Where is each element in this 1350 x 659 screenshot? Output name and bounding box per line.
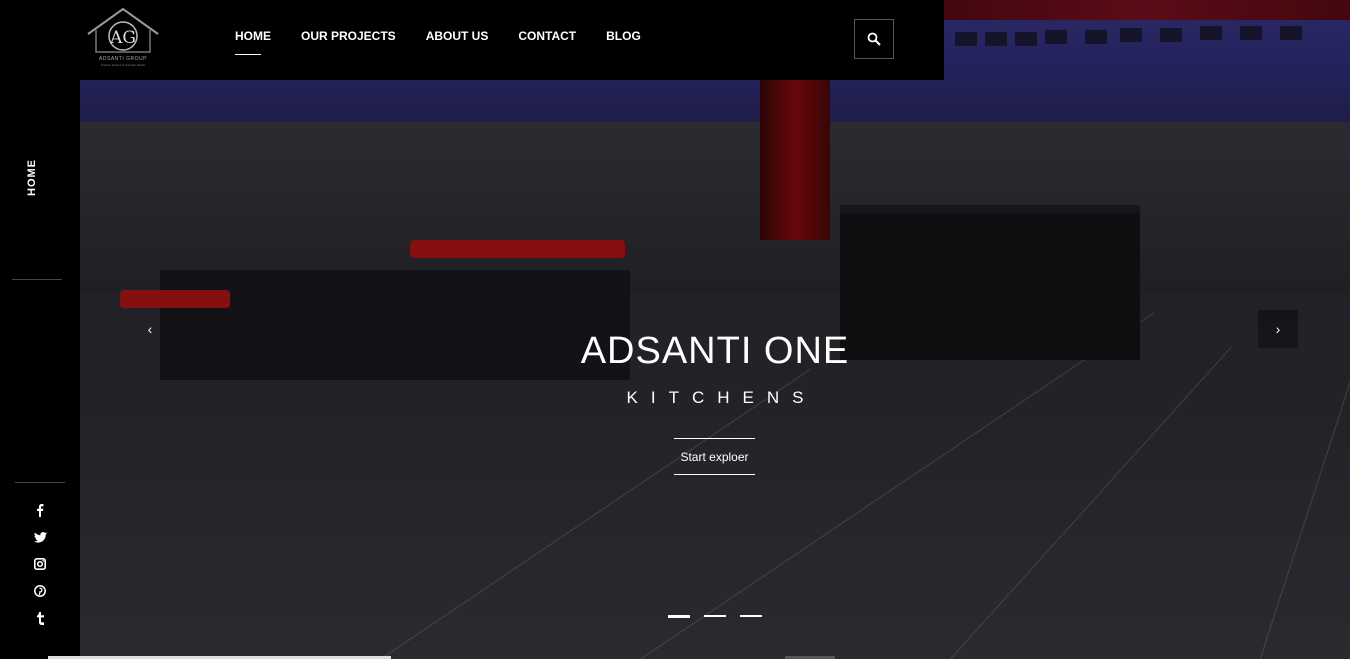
hero-subtitle: KITCHENS bbox=[626, 388, 817, 407]
svg-text:AG: AG bbox=[109, 28, 136, 48]
slider-dot[interactable] bbox=[668, 615, 690, 618]
slider-dot[interactable] bbox=[704, 615, 726, 617]
logo[interactable]: AG ADSANTI GROUP Custom Homes & Interior… bbox=[80, 6, 166, 68]
pinterest-icon[interactable] bbox=[28, 581, 52, 601]
nav-item-blog[interactable]: BLOG bbox=[606, 29, 641, 43]
nav-item-contact[interactable]: CONTACT bbox=[518, 29, 576, 43]
nav-item-about-us[interactable]: ABOUT US bbox=[426, 29, 489, 43]
sidebar-section-label: HOME bbox=[26, 159, 38, 196]
logo-mark-icon: AG bbox=[87, 7, 159, 53]
facebook-icon[interactable] bbox=[28, 500, 52, 520]
logo-name: ADSANTI GROUP bbox=[99, 56, 147, 62]
logo-tagline: Custom Homes & Interiors Studio bbox=[100, 63, 146, 67]
slider-pagination bbox=[668, 615, 762, 618]
sidebar-divider bbox=[15, 482, 65, 483]
twitter-icon[interactable] bbox=[28, 527, 52, 547]
nav-item-home[interactable]: HOME bbox=[235, 29, 271, 55]
sidebar-divider bbox=[12, 279, 62, 280]
hero-title: ADSANTI ONE bbox=[580, 330, 850, 372]
tumblr-icon[interactable] bbox=[28, 608, 52, 628]
top-header: AG ADSANTI GROUP Custom Homes & Interior… bbox=[0, 0, 944, 80]
search-button[interactable] bbox=[854, 19, 894, 59]
start-explore-button[interactable]: Start exploer bbox=[674, 438, 755, 475]
nav-item-our-projects[interactable]: OUR PROJECTS bbox=[301, 29, 396, 43]
instagram-icon[interactable] bbox=[28, 554, 52, 574]
left-sidebar: HOME bbox=[0, 0, 80, 659]
page: ‹ › ADSANTI ONE KITCHENS Start exploer H… bbox=[0, 0, 1350, 659]
search-icon bbox=[867, 32, 881, 46]
slider-dot[interactable] bbox=[740, 615, 762, 617]
main-nav: HOME OUR PROJECTS ABOUT US CONTACT BLOG bbox=[235, 29, 641, 55]
hero-slider: ‹ › ADSANTI ONE KITCHENS Start exploer bbox=[80, 0, 1350, 659]
